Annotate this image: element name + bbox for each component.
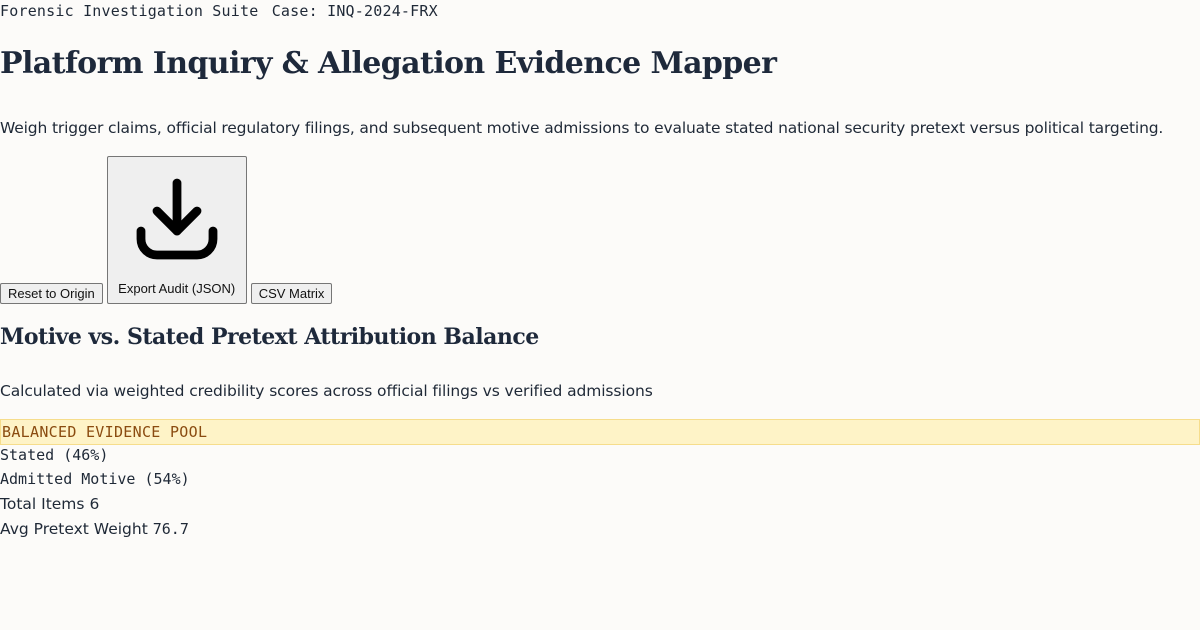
total-items-value: 6 <box>89 495 100 513</box>
avg-pretext-weight-label: Avg Pretext Weight <box>0 520 148 538</box>
export-button-label: Export Audit (JSON) <box>118 281 236 296</box>
total-items-label: Total Items <box>0 495 85 513</box>
download-icon <box>136 178 218 260</box>
app-header: Forensic Investigation Suite Case: INQ-2… <box>0 2 438 20</box>
avg-pretext-weight-value: 76.7 <box>152 520 189 538</box>
stated-share-label: Stated (46%) <box>0 446 109 464</box>
suite-label: Forensic Investigation Suite <box>0 2 259 20</box>
total-items-stat: Total Items 6 <box>0 495 99 513</box>
case-id-label: Case: INQ-2024-FRX <box>271 2 438 20</box>
balance-description: Calculated via weighted credibility scor… <box>0 382 653 400</box>
admitted-motive-share-label: Admitted Motive (54%) <box>0 470 190 488</box>
action-toolbar: Reset to Origin Export Audit (JSON) CSV … <box>0 156 333 304</box>
page-title: Platform Inquiry & Allegation Evidence M… <box>0 46 777 81</box>
page-subtitle: Weigh trigger claims, official regulator… <box>0 119 1164 137</box>
csv-matrix-button[interactable]: CSV Matrix <box>250 283 333 304</box>
reset-button[interactable]: Reset to Origin <box>0 283 103 304</box>
export-json-button[interactable]: Export Audit (JSON) <box>106 156 247 304</box>
avg-pretext-weight-stat: Avg Pretext Weight 76.7 <box>0 520 189 538</box>
balance-section-title: Motive vs. Stated Pretext Attribution Ba… <box>0 324 539 350</box>
evidence-pool-status-badge: BALANCED EVIDENCE POOL <box>0 419 1200 445</box>
